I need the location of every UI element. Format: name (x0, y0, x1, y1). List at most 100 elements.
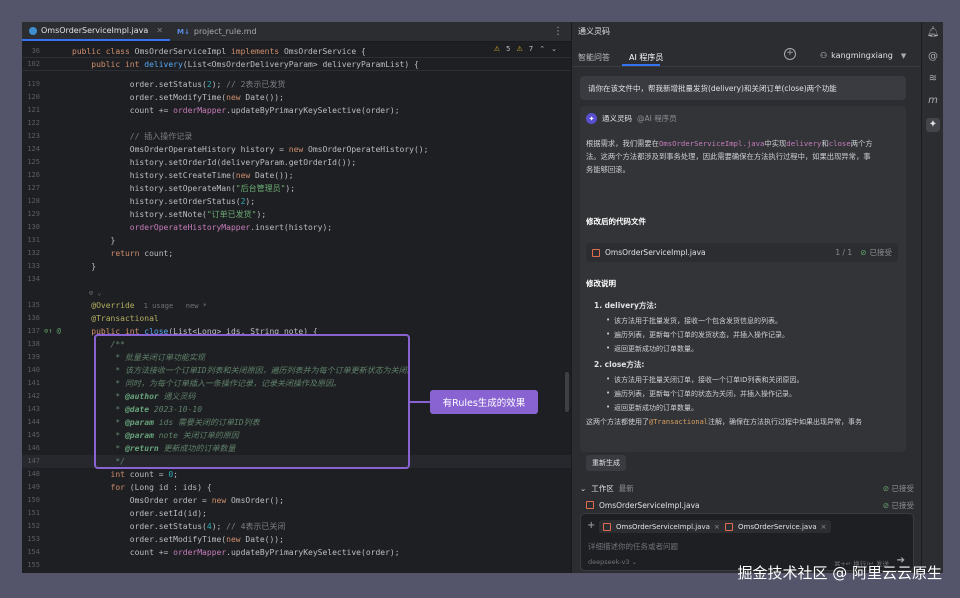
code-line[interactable]: 121 count += orderMapper.updateByPrimary… (22, 104, 571, 117)
line-number: 131 (27, 236, 40, 244)
code-line[interactable]: 131 } (22, 234, 571, 247)
intro-paragraph: 根据需求，我们需要在OmsOrderServiceImpl.java中实现del… (586, 137, 900, 176)
tongyi-lingma-icon[interactable]: ✦ (926, 118, 940, 132)
active-tab-underline (622, 64, 660, 66)
code-text: public class OmsOrderServiceImpl impleme… (72, 45, 366, 58)
code-token: @Override (72, 301, 140, 310)
workspace-file-name: OmsOrderServiceImpl.java (599, 500, 700, 510)
code-line[interactable]: 132 return count; (22, 247, 571, 260)
implementation-gutter-icon[interactable]: ⊙↑ @ (44, 325, 61, 338)
regenerate-button[interactable]: 重新生成 (586, 455, 626, 471)
line-number: 120 (27, 93, 40, 101)
tab-ai-programmer[interactable]: AI 程序员 (629, 52, 663, 63)
modified-file-row[interactable]: OmsOrderServiceImpl.java 1 / 1 ⊘ 已接受 (586, 243, 898, 262)
chat-history[interactable]: 请你在该文件中，帮我新增批量发货(delivery)和关闭订单(close)两个… (580, 68, 914, 454)
warning-count: 5 (506, 45, 511, 53)
workspace-file-row[interactable]: OmsOrderServiceImpl.java ⊘ 已接受 (586, 498, 914, 512)
remove-chip-icon[interactable]: × (821, 523, 827, 531)
code-text: order.setId(id); (72, 507, 207, 520)
code-line[interactable]: 152 order.setStatus(4); // 4表示已关闭 (22, 520, 571, 533)
check-circle-icon: ⊘ (860, 248, 867, 257)
ai-assistant-icon[interactable]: @ (926, 50, 940, 64)
java-file-icon (603, 522, 611, 531)
code-token: int (72, 470, 130, 479)
code-line[interactable]: 119 order.setStatus(2); // 2表示已发货 (22, 78, 571, 91)
ide-window: OmsOrderServiceImpl.java ✕ M↓ project_ru… (22, 22, 943, 573)
code-line[interactable]: ⊘ ⌄ (22, 286, 571, 299)
code-token: OmsOrderService { (283, 47, 366, 56)
line-number: 139 (27, 353, 40, 361)
code-token: @Transactional (72, 314, 159, 323)
code-line[interactable]: 149 for (Long id : ids) { (22, 481, 571, 494)
vertical-scrollbar[interactable] (563, 42, 571, 573)
add-context-icon[interactable]: + (587, 520, 595, 531)
code-line[interactable]: 155 (22, 559, 571, 572)
code-line[interactable]: 151 order.setId(id); (22, 507, 571, 520)
input-placeholder[interactable]: 详细描述你的任务或者问题 (588, 541, 678, 552)
line-number: 127 (27, 184, 40, 192)
code-line[interactable]: 123 // 插入操作记录 (22, 130, 571, 143)
code-line[interactable]: 130 orderOperateHistoryMapper.insert(his… (22, 221, 571, 234)
user-message: 请你在该文件中，帮我新增批量发货(delivery)和关闭订单(close)两个… (580, 76, 906, 100)
notification-icon[interactable]: 🔔︎ (926, 26, 940, 40)
user-menu[interactable]: ⚇ kangmingxiang ▼ (820, 51, 906, 60)
username: kangmingxiang (831, 51, 893, 60)
code-text: orderOperateHistoryMapper.insert(history… (72, 221, 332, 234)
line-number: 36 (31, 47, 40, 55)
workspace-refresh[interactable]: 最新 (619, 483, 634, 494)
code-line[interactable]: 125 history.setOrderId(deliveryParam.get… (22, 156, 571, 169)
chevron-down-icon: ⌄ (580, 483, 587, 493)
chevron-up-icon[interactable]: ⌃ (539, 45, 545, 53)
workspace-header[interactable]: ⌄ 工作区 最新 ⊘ 已接受 (580, 481, 914, 495)
code-text: } (72, 234, 116, 247)
new-chat-icon[interactable]: + (784, 48, 796, 60)
code-token: count; (144, 249, 174, 258)
code-line[interactable]: 102 public int delivery(List<OmsOrderDel… (22, 58, 571, 71)
code-line[interactable]: 126 history.setCreateTime(new Date()); (22, 169, 571, 182)
code-line[interactable]: 135 @Override 1 usage new * (22, 299, 571, 312)
tab-project-rule[interactable]: M↓ project_rule.md (170, 22, 264, 41)
summary-text: 注解，确保在方法执行过程中如果出现异常，事务 (708, 418, 863, 426)
code-area[interactable]: ⚠ 5 ⚠ 7 ⌃ ⌄ 36 public class OmsOrderService… (22, 42, 571, 573)
code-line[interactable]: 150 OmsOrder order = new OmsOrder(); (22, 494, 571, 507)
highlight-connector (410, 401, 430, 403)
code-text: for (Long id : ids) { (72, 481, 212, 494)
code-line[interactable]: 124 OmsOrderOperateHistory history = new… (22, 143, 571, 156)
code-text: history.setOrderStatus(2); (72, 195, 255, 208)
code-token: new (226, 535, 246, 544)
model-selector[interactable]: deepseek-v3 ⌄ (588, 558, 637, 566)
context-chip[interactable]: OmsOrderServiceImpl.java × (599, 520, 724, 533)
code-token: (List<OmsOrderDeliveryParam> deliveryPar… (182, 60, 419, 69)
code-text: return count; (72, 247, 174, 260)
tab-oms-order-service-impl[interactable]: OmsOrderServiceImpl.java ✕ (22, 22, 171, 41)
remove-chip-icon[interactable]: × (714, 523, 720, 531)
code-line[interactable]: 136 @Transactional (22, 312, 571, 325)
code-line[interactable]: 148 int count = 0; (22, 468, 571, 481)
code-line[interactable]: 129 history.setNote("订单已发货"); (22, 208, 571, 221)
maven-icon[interactable]: m (926, 94, 940, 108)
tab-smart-qa[interactable]: 智能问答 (578, 52, 610, 63)
code-line[interactable]: 154 count += orderMapper.updateByPrimary… (22, 546, 571, 559)
code-line[interactable]: 153 order.setModifyTime(new Date()); (22, 533, 571, 546)
more-tabs-icon[interactable]: ⋮ (545, 22, 571, 41)
line-number: 122 (27, 119, 40, 127)
intro-method-ref: close (828, 139, 851, 148)
warning-icon: ⚠ (493, 45, 501, 53)
code-token: history.setCreateTime( (72, 171, 236, 180)
close-tab-icon[interactable]: ✕ (156, 26, 163, 35)
database-icon[interactable]: ≋ (926, 72, 940, 86)
code-token: new (288, 145, 309, 154)
context-chip[interactable]: OmsOrderService.java × (721, 520, 831, 533)
code-line[interactable]: 128 history.setOrderStatus(2); (22, 195, 571, 208)
code-line[interactable]: 133 } (22, 260, 571, 273)
code-line[interactable]: 120 order.setModifyTime(new Date()); (22, 91, 571, 104)
intro-file-ref: OmsOrderServiceImpl.java (658, 139, 765, 148)
list-item: 该方法用于批量关闭订单，接收一个订单ID列表和关闭原因。 (606, 375, 803, 385)
code-line[interactable]: 36 public class OmsOrderServiceImpl imple… (22, 45, 571, 58)
chevron-down-icon[interactable]: ⌄ (551, 45, 557, 53)
inspection-widget[interactable]: ⚠ 5 ⚠ 7 ⌃ ⌄ (494, 45, 557, 53)
scrollbar-thumb[interactable] (565, 372, 569, 412)
code-line[interactable]: 122 (22, 117, 571, 130)
code-line[interactable]: 134 (22, 273, 571, 286)
code-line[interactable]: 127 history.setOperateMan("后台管理员"); (22, 182, 571, 195)
